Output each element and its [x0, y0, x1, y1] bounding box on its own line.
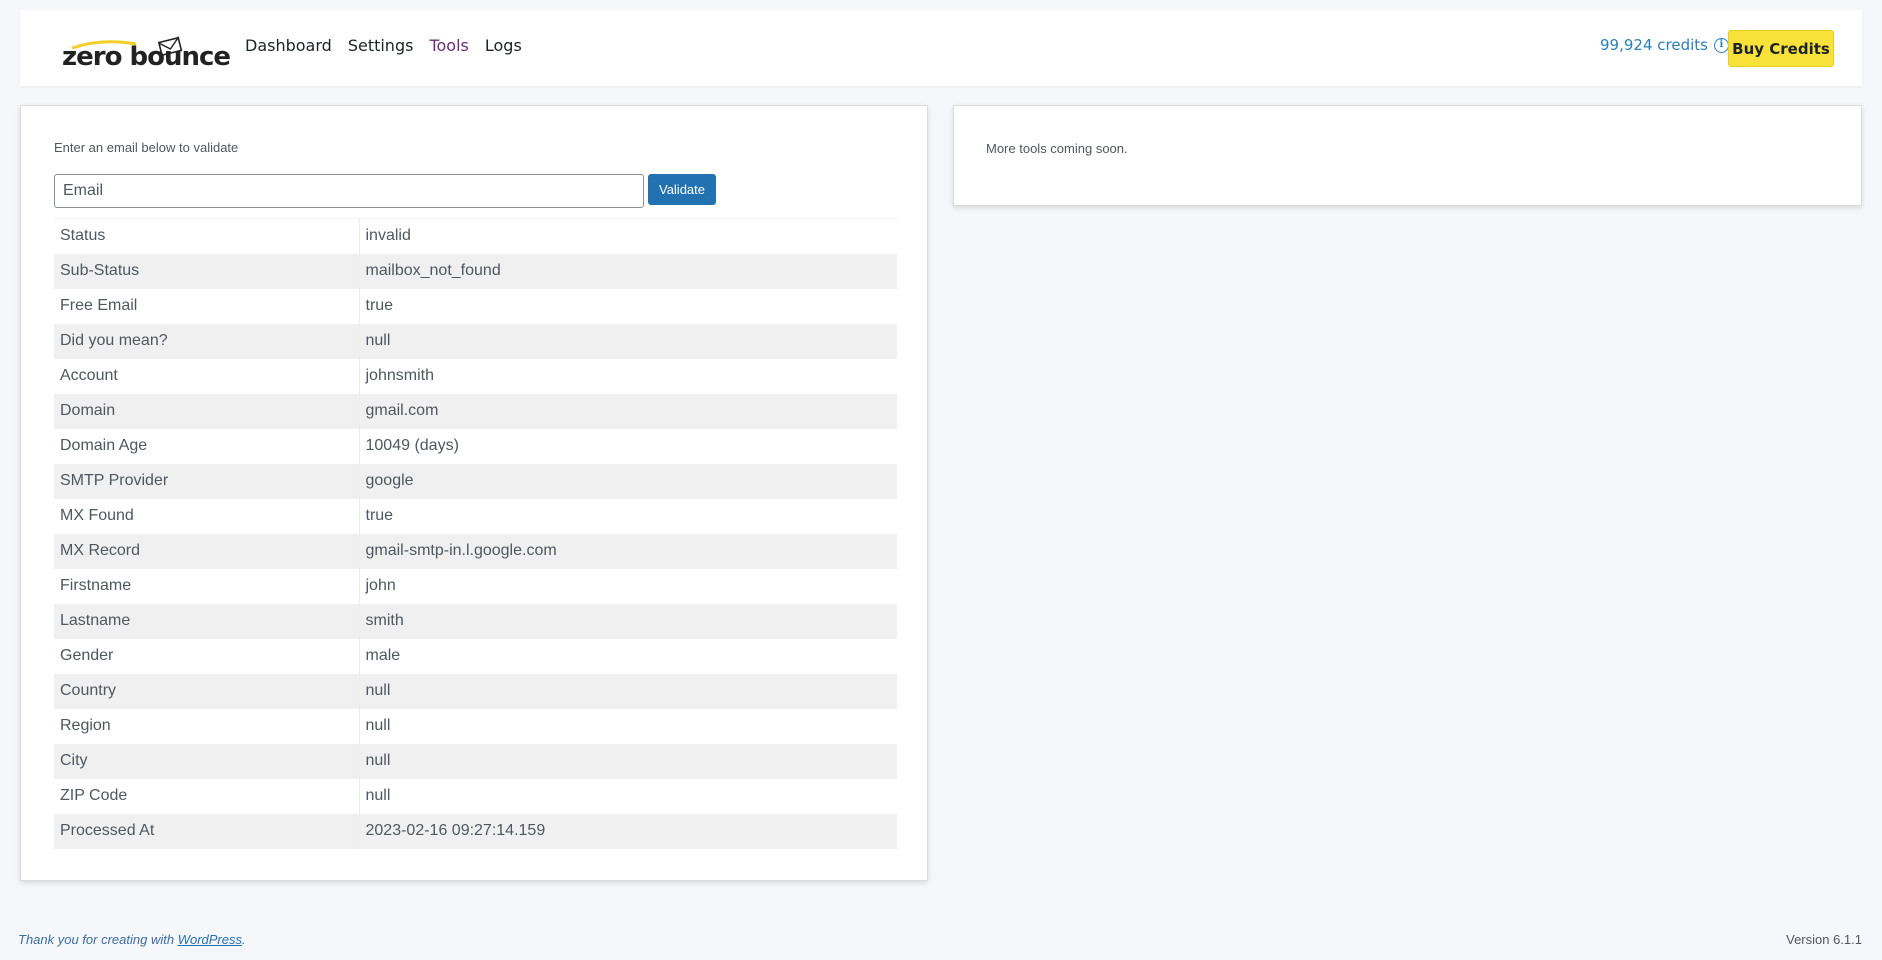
result-row: Free Email true [54, 288, 897, 324]
logo-text: zero bounce [62, 42, 231, 72]
result-label: Sub-Status [54, 253, 360, 289]
top-header: zero bounce Dashboard Settings Tools Log… [20, 10, 1862, 86]
result-row: Did you mean? null [54, 323, 897, 359]
result-row: Status invalid [54, 218, 897, 254]
result-value: null [359, 673, 897, 709]
nav-tools[interactable]: Tools [429, 36, 468, 55]
wordpress-link[interactable]: WordPress [178, 932, 242, 947]
result-row: Region null [54, 708, 897, 744]
info-icon[interactable]: i [1713, 37, 1729, 53]
result-row: Domain gmail.com [54, 393, 897, 429]
result-value: true [359, 498, 897, 534]
result-value: mailbox_not_found [359, 253, 897, 289]
result-row: Account johnsmith [54, 358, 897, 394]
main-nav: Dashboard Settings Tools Logs [245, 36, 522, 55]
nav-dashboard[interactable]: Dashboard [245, 36, 332, 55]
result-row: MX Record gmail-smtp-in.l.google.com [54, 533, 897, 569]
result-label: Processed At [54, 813, 360, 849]
result-label: MX Found [54, 498, 360, 534]
email-input[interactable] [54, 174, 644, 208]
result-label: Free Email [54, 288, 360, 324]
result-value: invalid [359, 218, 897, 254]
result-row: SMTP Provider google [54, 463, 897, 499]
result-value: null [359, 743, 897, 779]
footer-credit: Thank you for creating with WordPress. [18, 932, 246, 947]
result-value: google [359, 463, 897, 499]
result-label: MX Record [54, 533, 360, 569]
result-value: null [359, 708, 897, 744]
result-value: male [359, 638, 897, 674]
result-value: true [359, 288, 897, 324]
result-row: Domain Age 10049 (days) [54, 428, 897, 464]
result-label: Gender [54, 638, 360, 674]
result-label: SMTP Provider [54, 463, 360, 499]
result-row: Country null [54, 673, 897, 709]
result-label: Account [54, 358, 360, 394]
result-value: smith [359, 603, 897, 639]
result-label: Domain [54, 393, 360, 429]
more-tools-panel: More tools coming soon. [953, 105, 1862, 206]
result-value: gmail.com [359, 393, 897, 429]
result-label: Firstname [54, 568, 360, 604]
email-validator-panel: Enter an email below to validate Validat… [20, 105, 928, 881]
credits-count: 99,924 credits [1600, 36, 1708, 54]
footer-thanks-text: Thank you for creating with [18, 932, 178, 947]
result-label: Did you mean? [54, 323, 360, 359]
credits-display: 99,924 credits i [1600, 36, 1729, 54]
result-label: ZIP Code [54, 778, 360, 814]
result-label: Region [54, 708, 360, 744]
nav-logs[interactable]: Logs [485, 36, 522, 55]
coming-soon-text: More tools coming soon. [986, 141, 1128, 156]
result-value: 10049 (days) [359, 428, 897, 464]
result-label: Lastname [54, 603, 360, 639]
result-row: ZIP Code null [54, 778, 897, 814]
result-value: johnsmith [359, 358, 897, 394]
result-row: Firstname john [54, 568, 897, 604]
result-row: City null [54, 743, 897, 779]
result-value: null [359, 323, 897, 359]
validate-button[interactable]: Validate [648, 174, 716, 205]
result-row: Lastname smith [54, 603, 897, 639]
validation-results-table: Status invalid Sub-Status mailbox_not_found… [54, 218, 897, 849]
result-row: Sub-Status mailbox_not_found [54, 253, 897, 289]
zerobounce-logo[interactable]: zero bounce [62, 22, 242, 82]
result-value: 2023-02-16 09:27:14.159 [359, 813, 897, 849]
nav-settings[interactable]: Settings [348, 36, 414, 55]
result-value: gmail-smtp-in.l.google.com [359, 533, 897, 569]
result-label: Domain Age [54, 428, 360, 464]
result-value: null [359, 778, 897, 814]
validator-prompt: Enter an email below to validate [54, 140, 239, 155]
result-row: Gender male [54, 638, 897, 674]
buy-credits-button[interactable]: Buy Credits [1728, 30, 1834, 67]
result-value: john [359, 568, 897, 604]
result-row: MX Found true [54, 498, 897, 534]
version-text: Version 6.1.1 [1786, 932, 1862, 947]
footer-thanks-suffix: . [242, 932, 246, 947]
result-label: Country [54, 673, 360, 709]
result-label: Status [54, 218, 360, 254]
result-row: Processed At 2023-02-16 09:27:14.159 [54, 813, 897, 849]
result-label: City [54, 743, 360, 779]
